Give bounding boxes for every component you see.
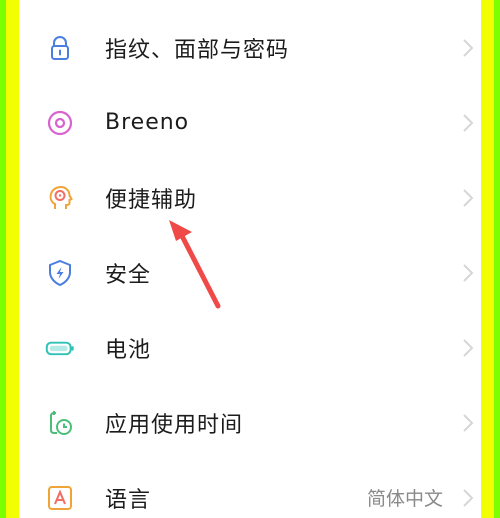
settings-item-label: 便捷辅助: [105, 187, 198, 213]
settings-panel: 指纹、面部与密码 Breeno 便捷辅助 安全 电池 应用使用时间 语言 简体中…: [19, 0, 481, 518]
settings-item-language[interactable]: 语言 简体中文: [19, 460, 481, 518]
settings-item-label: 安全: [105, 262, 152, 288]
chevron-right-icon: [463, 413, 474, 432]
settings-item-security-password[interactable]: 指纹、面部与密码: [19, 10, 481, 85]
chevron-right-icon: [463, 188, 474, 207]
shield-icon: [45, 258, 75, 288]
chevron-right-icon: [463, 488, 474, 507]
chevron-right-icon: [463, 338, 474, 357]
chevron-right-icon: [463, 113, 474, 132]
breeno-icon: [45, 108, 75, 138]
chevron-right-icon: [463, 263, 474, 282]
settings-item-label: 电池: [105, 337, 152, 363]
assist-head-icon: [45, 183, 75, 213]
app-time-icon: [45, 408, 75, 438]
settings-item-label: 应用使用时间: [105, 412, 244, 438]
settings-item-battery[interactable]: 电池: [19, 310, 481, 385]
settings-item-label: Breeno: [105, 110, 190, 135]
settings-item-breeno[interactable]: Breeno: [19, 85, 481, 160]
settings-item-accessibility[interactable]: 便捷辅助: [19, 160, 481, 235]
settings-item-safety[interactable]: 安全: [19, 235, 481, 310]
lock-icon: [45, 33, 75, 63]
settings-item-label: 语言: [105, 487, 152, 513]
yellow-border-frame: 指纹、面部与密码 Breeno 便捷辅助 安全 电池 应用使用时间 语言 简体中…: [6, 0, 494, 518]
chevron-right-icon: [463, 38, 474, 57]
settings-item-app-usage-time[interactable]: 应用使用时间: [19, 385, 481, 460]
battery-icon: [45, 333, 75, 363]
language-icon: [45, 483, 75, 513]
language-current-value: 简体中文: [366, 488, 443, 510]
settings-item-label: 指纹、面部与密码: [105, 37, 290, 63]
